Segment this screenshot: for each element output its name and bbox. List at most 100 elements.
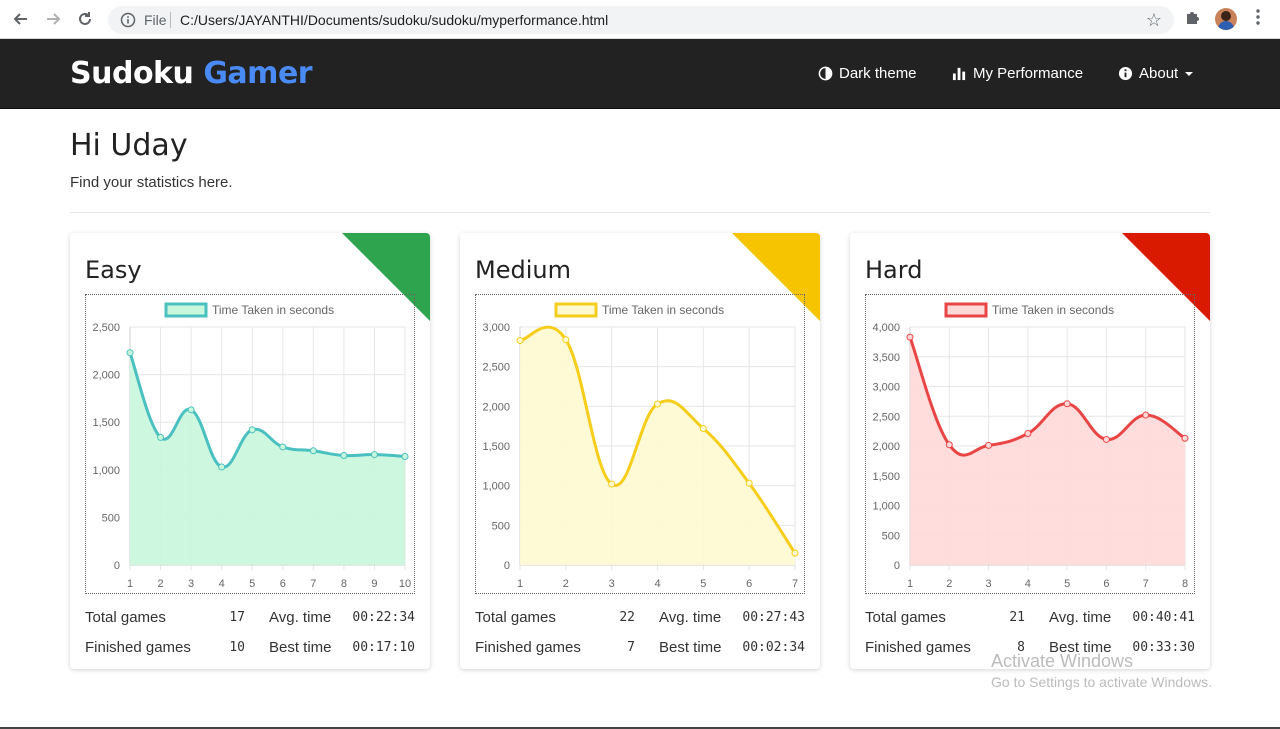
activation-watermark-subtitle: Go to Settings to activate Windows. — [991, 674, 1212, 690]
more-vertical-icon — [1256, 9, 1260, 25]
x-tick-label: 7 — [792, 578, 798, 590]
y-tick-label: 500 — [882, 530, 900, 542]
card-medium: Medium Time Taken in seconds 0 500 1,000 1,5… — [460, 233, 820, 669]
arrow-left-icon — [13, 13, 27, 25]
card-hard: Hard Time Taken in seconds 0 500 1,000 1,500… — [850, 233, 1210, 669]
legend-swatch — [944, 302, 988, 318]
x-tick-label: 7 — [310, 578, 316, 590]
bar-chart-icon — [952, 67, 966, 81]
y-tick-label: 2,500 — [92, 322, 120, 334]
best-time-value: 00:33:30 — [1132, 640, 1195, 655]
brand-logo[interactable]: Sudoku Gamer — [70, 56, 313, 91]
data-point — [187, 406, 195, 414]
x-tick-label: 6 — [746, 578, 752, 590]
legend-label: Time Taken in seconds — [602, 303, 724, 317]
extensions-button[interactable] — [1184, 8, 1202, 31]
forward-button[interactable] — [42, 8, 64, 30]
caret-down-icon — [1185, 71, 1194, 76]
avg-time-value: 00:40:41 — [1132, 610, 1195, 625]
avatar — [1215, 8, 1237, 30]
back-button[interactable] — [10, 8, 32, 30]
chart-container: Time Taken in seconds 0 500 1,000 1,500 2,000… — [865, 294, 1195, 594]
browser-menu-button[interactable] — [1250, 8, 1266, 31]
x-tick-label: 8 — [1182, 578, 1188, 590]
data-point — [309, 447, 317, 455]
x-tick-label: 3 — [609, 578, 615, 590]
x-tick-label: 5 — [1064, 578, 1070, 590]
my-performance-link[interactable]: My Performance — [952, 65, 1083, 82]
y-tick-label: 0 — [894, 560, 900, 572]
y-tick-label: 500 — [102, 512, 120, 524]
best-time-value: 00:17:10 — [352, 640, 415, 655]
data-point — [401, 452, 409, 460]
reload-icon — [79, 12, 91, 25]
address-bar[interactable]: File C:/Users/JAYANTHI/Documents/sudoku/… — [108, 6, 1174, 34]
best-time-label: Best time — [659, 639, 722, 656]
reload-button[interactable] — [74, 8, 96, 30]
data-point — [562, 336, 570, 344]
series-area — [130, 352, 405, 565]
data-point — [1102, 435, 1110, 443]
about-dropdown[interactable]: About — [1118, 65, 1194, 82]
x-tick-label: 2 — [563, 578, 569, 590]
avg-time-label: Avg. time — [1049, 609, 1112, 626]
x-tick-label: 6 — [1103, 578, 1109, 590]
browser-toolbar: File C:/Users/JAYANTHI/Documents/sudoku/… — [0, 0, 1280, 39]
arrow-right-icon — [47, 13, 61, 25]
y-tick-label: 1,000 — [872, 501, 900, 513]
avg-time-label: Avg. time — [659, 609, 722, 626]
total-games-label: Total games — [85, 609, 166, 626]
x-tick-label: 4 — [219, 578, 225, 590]
stats-row-2: Finished games 10 Best time 00:17:10 — [85, 639, 415, 659]
x-tick-label: 2 — [946, 578, 952, 590]
y-tick-label: 2,500 — [482, 362, 510, 374]
x-tick-label: 4 — [1025, 578, 1031, 590]
address-separator — [170, 12, 171, 28]
chart-container: Time Taken in seconds 0 500 1,000 1,500 2,000… — [475, 294, 805, 594]
finished-games-label: Finished games — [865, 639, 971, 656]
y-tick-label: 1,000 — [92, 465, 120, 477]
x-tick-label: 8 — [341, 578, 347, 590]
url-text[interactable]: C:/Users/JAYANTHI/Documents/sudoku/sudok… — [180, 12, 608, 28]
x-tick-label: 6 — [280, 578, 286, 590]
data-point — [906, 333, 914, 341]
data-point — [791, 549, 799, 557]
my-performance-label: My Performance — [973, 65, 1084, 82]
total-games-value: 21 — [1009, 610, 1025, 625]
legend-swatch — [164, 302, 208, 318]
data-point — [608, 480, 616, 488]
data-point — [126, 349, 134, 357]
data-point — [370, 451, 378, 459]
y-tick-label: 3,000 — [872, 382, 900, 394]
stats-row-1: Total games 17 Avg. time 00:22:34 — [85, 609, 415, 629]
x-tick-label: 3 — [986, 578, 992, 590]
total-games-label: Total games — [475, 609, 556, 626]
data-point — [279, 443, 287, 451]
data-point — [157, 433, 165, 441]
brand-main: Sudoku — [70, 56, 194, 91]
info-icon[interactable] — [120, 12, 136, 28]
greeting-heading: Hi Uday — [70, 128, 188, 163]
profile-button[interactable] — [1215, 8, 1237, 30]
total-games-value: 17 — [229, 610, 245, 625]
best-time-label: Best time — [269, 639, 332, 656]
x-tick-label: 5 — [700, 578, 706, 590]
data-point — [745, 479, 753, 487]
data-point — [699, 425, 707, 433]
dark-theme-toggle[interactable]: Dark theme — [818, 65, 917, 82]
about-label: About — [1139, 65, 1179, 82]
avg-time-value: 00:22:34 — [352, 610, 415, 625]
y-tick-label: 500 — [492, 520, 510, 532]
brand-accent: Gamer — [203, 56, 313, 91]
puzzle-icon — [1187, 12, 1199, 24]
card-title: Easy — [85, 256, 142, 284]
data-point — [1024, 430, 1032, 438]
finished-games-label: Finished games — [475, 639, 581, 656]
data-point — [1063, 400, 1071, 408]
x-tick-label: 3 — [188, 578, 194, 590]
bookmark-star-icon[interactable]: ☆ — [1146, 10, 1162, 31]
y-tick-label: 4,000 — [872, 322, 900, 334]
file-label: File — [144, 12, 167, 28]
x-tick-label: 4 — [654, 578, 660, 590]
x-tick-label: 9 — [371, 578, 377, 590]
